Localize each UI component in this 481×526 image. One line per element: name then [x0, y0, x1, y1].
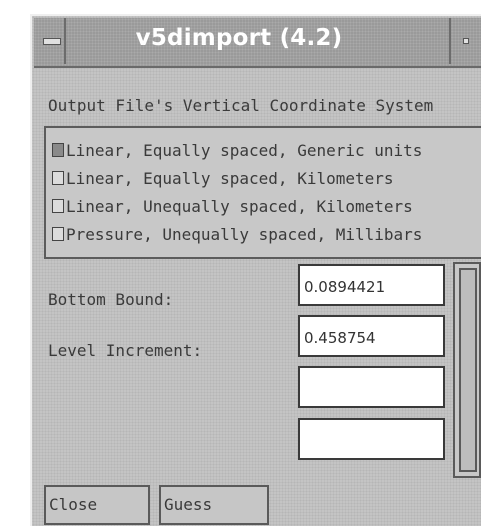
- minimize-icon: [463, 38, 469, 44]
- guess-button[interactable]: Guess: [159, 485, 269, 525]
- option-pressure-unequal-mb[interactable]: Pressure, Unequally spaced, Millibars: [52, 222, 422, 246]
- option-label: Linear, Equally spaced, Kilometers: [66, 168, 394, 188]
- option-label: Linear, Unequally spaced, Kilometers: [66, 196, 413, 216]
- window-title: v5dimport (4.2): [135, 25, 343, 51]
- extra-field-1[interactable]: [298, 366, 445, 408]
- title-bar[interactable]: v5dimport (4.2): [34, 18, 481, 68]
- option-linear-equal-km[interactable]: Linear, Equally spaced, Kilometers: [52, 166, 394, 190]
- bottom-bound-label: Bottom Bound:: [48, 290, 174, 309]
- scrollbar-thumb[interactable]: [459, 268, 477, 472]
- close-button[interactable]: Close: [44, 485, 150, 525]
- coordinate-system-options: Linear, Equally spaced, Generic units Li…: [44, 126, 481, 259]
- extra-field-2[interactable]: [298, 418, 445, 460]
- option-label: Linear, Equally spaced, Generic units: [66, 140, 423, 160]
- option-label: Pressure, Unequally spaced, Millibars: [66, 224, 423, 244]
- option-linear-equal-generic[interactable]: Linear, Equally spaced, Generic units: [52, 138, 422, 162]
- radio-indicator-selected[interactable]: [52, 143, 64, 157]
- option-linear-unequal-km[interactable]: Linear, Unequally spaced, Kilometers: [52, 194, 413, 218]
- level-increment-label: Level Increment:: [48, 341, 203, 360]
- level-increment-field[interactable]: 0.458754: [298, 315, 445, 357]
- window-menu-icon: [43, 38, 61, 45]
- radio-indicator[interactable]: [52, 227, 64, 241]
- v5dimport-window: v5dimport (4.2) Output File's Vertical C…: [30, 14, 481, 526]
- radio-indicator[interactable]: [52, 171, 64, 185]
- window-menu-button[interactable]: [34, 18, 66, 64]
- minimize-button[interactable]: [449, 18, 481, 64]
- vertical-coordinate-label: Output File's Vertical Coordinate System: [48, 96, 434, 115]
- vertical-scrollbar[interactable]: [453, 262, 481, 478]
- radio-indicator[interactable]: [52, 199, 64, 213]
- bottom-bound-field[interactable]: 0.0894421: [298, 264, 445, 306]
